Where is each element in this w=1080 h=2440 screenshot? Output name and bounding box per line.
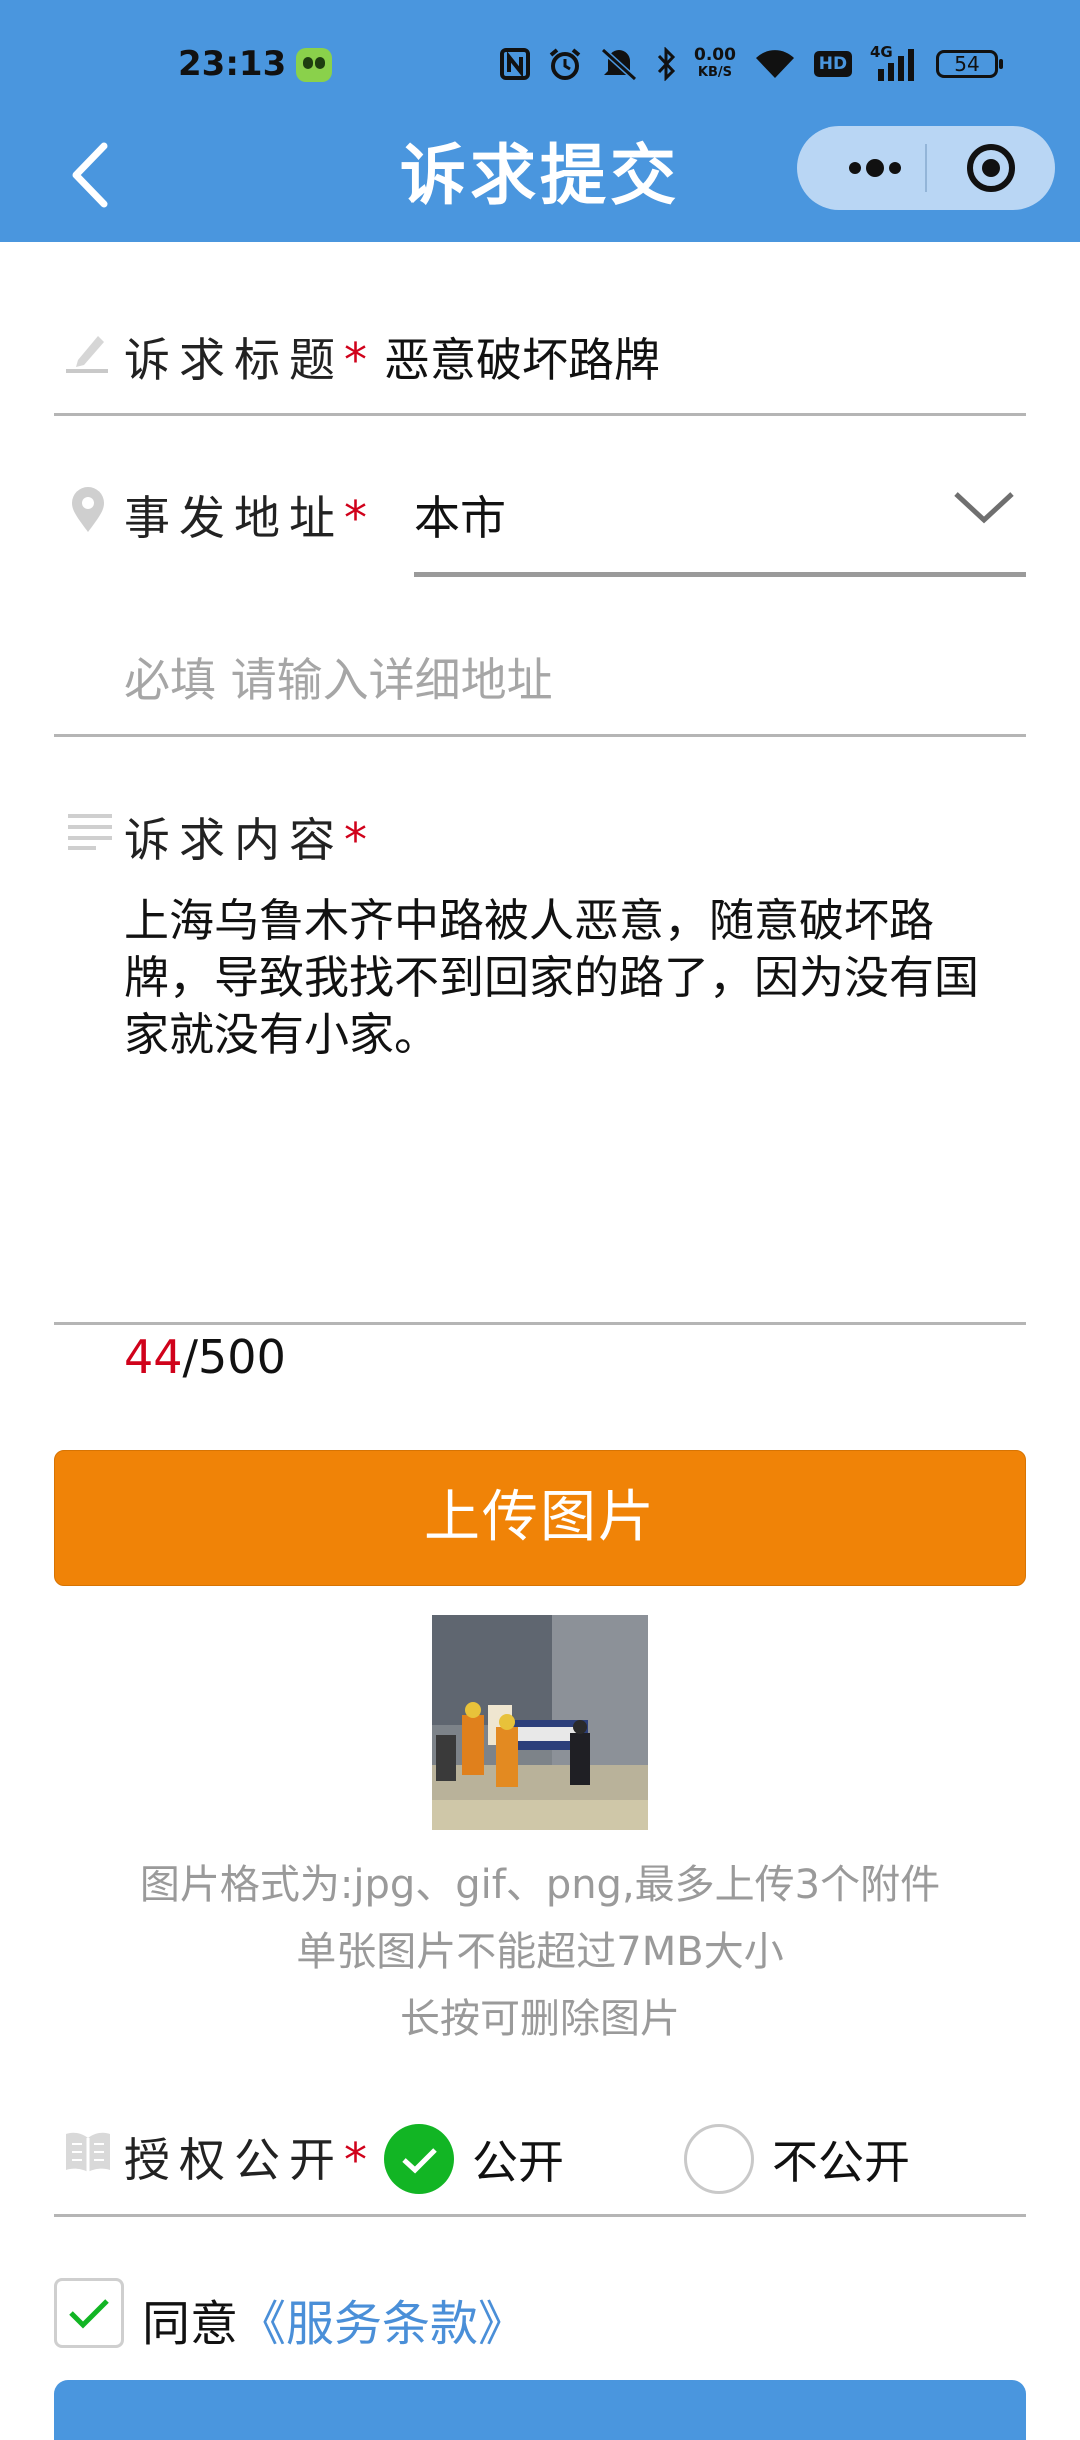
- content-label: 诉求内容*: [124, 813, 367, 867]
- agreement-text: 同意《服务条款》: [142, 2284, 526, 2354]
- radio-public-label[interactable]: 公开: [472, 2126, 564, 2192]
- upload-image-button[interactable]: 上传图片: [54, 1450, 1026, 1586]
- detail-address-input[interactable]: 必填 请输入详细地址: [124, 644, 553, 710]
- address-label: 事发地址*: [124, 491, 367, 545]
- signal-icon: 4G: [870, 43, 918, 81]
- publicity-label: 授权公开*: [124, 2133, 367, 2187]
- required-mark: *: [344, 2133, 367, 2187]
- agree-label: 同意: [142, 2296, 239, 2352]
- wifi-icon: [755, 50, 794, 78]
- capsule-divider: [925, 144, 927, 192]
- nfc-icon: [500, 48, 530, 80]
- content-divider: [54, 1322, 1026, 1325]
- book-icon: [66, 2132, 110, 2172]
- required-mark: *: [344, 333, 367, 387]
- app-notification-icon: [296, 48, 332, 82]
- terms-link[interactable]: 《服务条款》: [238, 2296, 526, 2352]
- required-mark: *: [344, 491, 367, 545]
- upload-note-format: 图片格式为:jpg、gif、png,最多上传3个附件: [139, 1862, 941, 1908]
- status-bar: 23:13 0.00 KB/S HD 4G 54: [0, 0, 1080, 130]
- agree-checkbox[interactable]: [54, 2278, 124, 2348]
- check-icon: [69, 2299, 109, 2329]
- radio-public[interactable]: [384, 2124, 454, 2194]
- bluetooth-icon: [657, 47, 676, 81]
- location-pin-icon: [72, 487, 104, 532]
- radio-private[interactable]: [684, 2124, 754, 2194]
- char-counter: 44/500: [124, 1330, 286, 1384]
- content-textarea[interactable]: 上海乌鲁木齐中路被人恶意，随意破坏路牌，导致我找不到回家的路了，因为没有国家就没…: [124, 892, 1004, 1063]
- net-speed-value: 0.00: [694, 45, 736, 65]
- battery-level: 54: [954, 52, 980, 76]
- app-header: 23:13 0.00 KB/S HD 4G 54 诉求提交: [0, 0, 1080, 242]
- more-icon[interactable]: [825, 126, 921, 210]
- address-select[interactable]: 本市: [414, 482, 506, 548]
- title-divider: [54, 413, 1026, 416]
- submit-button[interactable]: [54, 2380, 1026, 2440]
- upload-note-delete: 长按可删除图片: [400, 1996, 680, 2042]
- mute-icon: [600, 47, 638, 81]
- mini-program-capsule: [797, 126, 1055, 210]
- close-target-icon[interactable]: [931, 126, 1051, 210]
- status-time: 23:13: [178, 44, 287, 84]
- address-select-underline: [414, 572, 1026, 577]
- detail-address-divider: [54, 734, 1026, 737]
- edit-icon: [66, 336, 108, 373]
- char-count: 44: [124, 1330, 183, 1384]
- net-speed: 0.00 KB/S: [694, 47, 736, 81]
- radio-private-label[interactable]: 不公开: [772, 2126, 910, 2192]
- uploaded-image-thumbnail[interactable]: [432, 1615, 648, 1830]
- text-lines-icon: [68, 814, 112, 850]
- hd-icon: HD: [813, 51, 852, 77]
- upload-note-size: 单张图片不能超过7MB大小: [296, 1929, 784, 1975]
- check-icon: [402, 2148, 437, 2174]
- signal-label: 4G: [869, 43, 893, 61]
- upload-notes: 图片格式为:jpg、gif、png,最多上传3个附件 单张图片不能超过7MB大小…: [0, 1852, 1080, 2053]
- publicity-divider: [54, 2214, 1026, 2217]
- nav-bar: 诉求提交: [0, 118, 1080, 238]
- required-mark: *: [344, 813, 367, 867]
- status-icons: 0.00 KB/S HD 4G 54: [500, 43, 1003, 84]
- title-input[interactable]: 恶意破坏路牌: [384, 324, 660, 390]
- battery-icon: 54: [935, 50, 1003, 78]
- char-max: /500: [182, 1330, 286, 1384]
- alarm-icon: [549, 48, 581, 80]
- chevron-down-icon[interactable]: [952, 488, 1016, 528]
- net-speed-unit: KB/S: [697, 65, 733, 80]
- title-label: 诉求标题*: [124, 333, 367, 387]
